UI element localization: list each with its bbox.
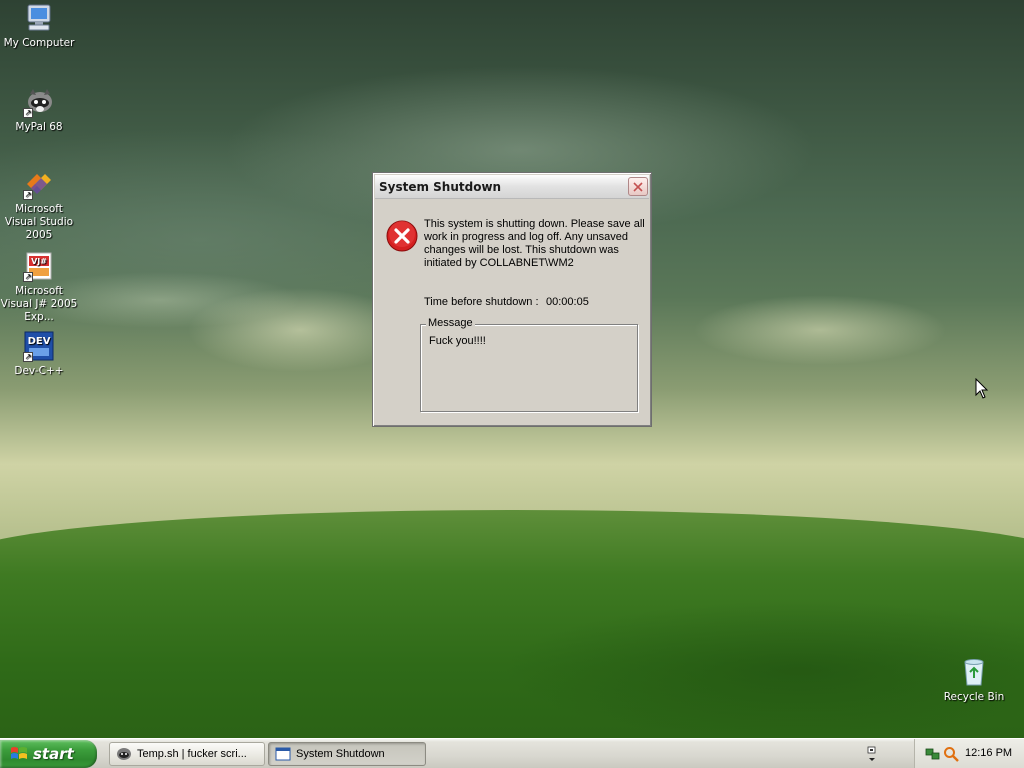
language-bar-icon[interactable] [866, 744, 878, 764]
message-group-content: Fuck you!!!! [429, 335, 486, 347]
system-tray: 12:16 PM [914, 739, 1024, 768]
taskbar: start Temp.sh | fucker scri... System Sh… [0, 738, 1024, 768]
desktop-icon-label: Microsoft Visual J# 2005 Exp... [0, 285, 78, 323]
shortcut-arrow-icon: ↗ [23, 272, 33, 282]
desktop-icon-visual-jsharp[interactable]: VJ# ↗ Microsoft Visual J# 2005 Exp... [0, 250, 78, 324]
start-button[interactable]: start [0, 740, 97, 768]
dialog-body: This system is shutting down. Please sav… [373, 200, 653, 428]
dialog-title: System Shutdown [379, 180, 502, 194]
desktop-icon-label: Dev-C++ [14, 365, 64, 377]
windows-logo-icon [11, 747, 27, 759]
desktop-icon-label: My Computer [3, 37, 75, 49]
timer-label: Time before shutdown : [424, 296, 539, 308]
shortcut-arrow-icon: ↗ [23, 190, 33, 200]
svg-text:DEV: DEV [28, 336, 51, 347]
shortcut-arrow-icon: ↗ [23, 108, 33, 118]
recycle-bin-icon [958, 656, 990, 688]
mypal-raccoon-icon [117, 748, 131, 760]
shortcut-arrow-icon: ↗ [23, 352, 33, 362]
error-x-icon [386, 220, 418, 252]
timer-value: 00:00:05 [546, 296, 589, 308]
close-icon [633, 181, 643, 192]
mouse-cursor-icon [975, 378, 989, 399]
mypal-raccoon-icon: ↗ [23, 86, 55, 118]
start-label: start [33, 745, 74, 763]
message-group-label: Message [426, 317, 475, 329]
desktop-icon-label: MyPal 68 [15, 121, 63, 133]
visual-jsharp-icon: VJ# ↗ [23, 250, 55, 282]
close-button[interactable] [628, 177, 648, 196]
taskbar-item-system-shutdown[interactable]: System Shutdown [268, 742, 426, 766]
my-computer-icon [23, 2, 55, 34]
taskbar-item-temp-sh[interactable]: Temp.sh | fucker scri... [109, 742, 265, 766]
taskbar-item-label: Temp.sh | fucker scri... [137, 748, 247, 760]
shutdown-message: This system is shutting down. Please sav… [424, 218, 645, 269]
dev-cpp-icon: DEV ↗ [23, 330, 55, 362]
taskbar-clock[interactable]: 12:16 PM [965, 747, 1012, 759]
search-icon[interactable] [943, 746, 959, 762]
desktop-icon-mypal[interactable]: ↗ MyPal 68 [0, 86, 78, 134]
desktop-icon-my-computer[interactable]: My Computer [0, 2, 78, 50]
desktop-icon-recycle-bin[interactable]: Recycle Bin [935, 656, 1013, 704]
svg-text:VJ#: VJ# [31, 257, 47, 266]
taskbar-item-label: System Shutdown [296, 748, 385, 760]
desktop-icon-label: Recycle Bin [943, 691, 1005, 703]
message-groupbox: Message Fuck you!!!! [420, 317, 638, 412]
window-icon [275, 747, 291, 761]
visual-studio-icon: ↗ [23, 168, 55, 200]
desktop-icon-visual-studio[interactable]: ↗ Microsoft Visual Studio 2005 [0, 168, 78, 242]
desktop-icon-label: Microsoft Visual Studio 2005 [4, 203, 74, 241]
desktop-icon-dev-cpp[interactable]: DEV ↗ Dev-C++ [0, 330, 78, 378]
shutdown-dialog: System Shutdown This system is shutting … [372, 172, 652, 427]
network-icon[interactable] [925, 746, 941, 762]
dialog-titlebar[interactable]: System Shutdown [375, 175, 649, 199]
